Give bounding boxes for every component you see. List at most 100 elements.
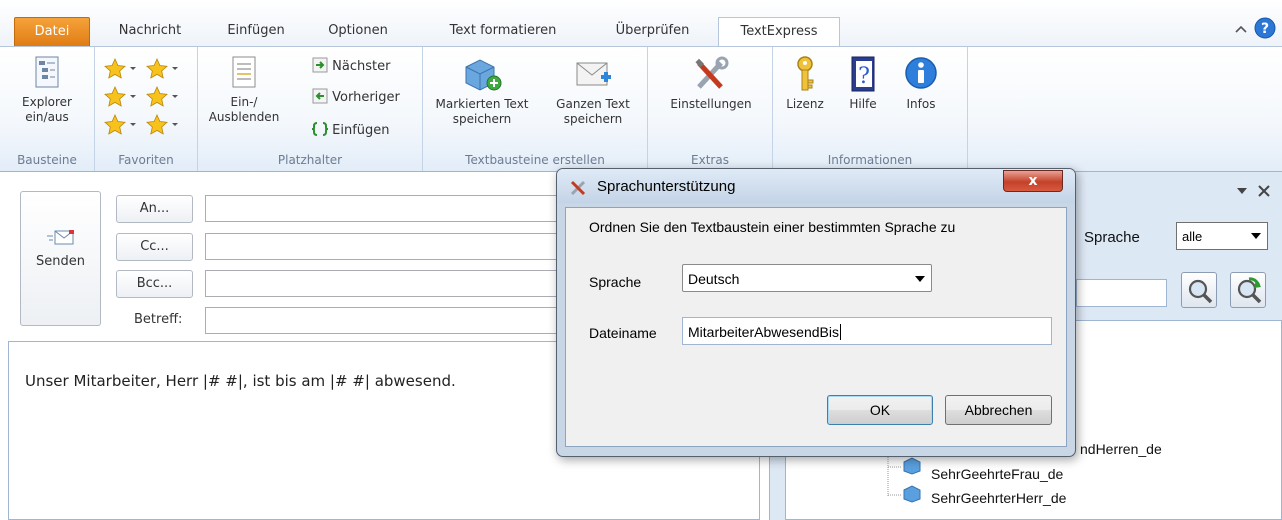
search-refresh-icon	[1237, 277, 1262, 304]
chevron-down-icon	[915, 276, 925, 282]
hilfe-label: Hilfe	[849, 97, 877, 111]
tab-datei[interactable]: Datei	[14, 17, 90, 47]
bcc-button[interactable]: Bcc...	[116, 270, 193, 298]
einausblenden-button[interactable]: Ein-/ Ausblenden	[204, 55, 284, 125]
language-support-dialog: Sprachunterstützung x Ordnen Sie den Tex…	[556, 168, 1076, 457]
infos-label: Infos	[906, 97, 936, 111]
textblock-cube-icon	[903, 457, 921, 475]
group-favoriten: Favoriten	[95, 47, 198, 171]
pane-search-reset-button[interactable]	[1230, 272, 1266, 308]
dialog-language-select[interactable]: Deutsch	[682, 264, 932, 292]
dialog-title-bar[interactable]: Sprachunterstützung x	[557, 169, 1075, 203]
dialog-language-label: Sprache	[589, 274, 642, 290]
pane-language-select[interactable]: alle	[1176, 222, 1268, 250]
tab-optionen[interactable]: Optionen	[310, 17, 406, 47]
dialog-title: Sprachunterstützung	[597, 178, 736, 195]
tab-ueberpruefen[interactable]: Überprüfen	[595, 17, 710, 47]
lizenz-label: Lizenz	[786, 97, 824, 111]
dialog-filename-label: Dateiname	[589, 325, 657, 341]
arrow-left-icon	[312, 88, 328, 104]
ribbon: Explorer ein/aus Bausteine Favoriten Ein…	[0, 46, 1282, 172]
explorer-label: Explorer ein/aus	[22, 95, 72, 124]
key-icon	[797, 56, 814, 91]
tree-item-sehr-geehrter-herr[interactable]: SehrGeehrterHerr_de	[931, 490, 1066, 506]
ganzen-text-speichern-button[interactable]: Ganzen Text speichern	[541, 55, 645, 127]
search-icon	[1188, 279, 1213, 304]
naechster-label: Nächster	[332, 59, 391, 74]
platzhalter-einfuegen-label: Einfügen	[332, 123, 390, 138]
lizenz-button[interactable]: Lizenz	[781, 55, 829, 112]
einstellungen-button[interactable]: Einstellungen	[652, 55, 770, 112]
dialog-filename-value: MitarbeiterAbwesendBis	[688, 324, 839, 340]
hilfe-button[interactable]: ? Hilfe	[839, 55, 887, 112]
tab-text-formatieren[interactable]: Text formatieren	[428, 17, 578, 47]
group-platzhalter: Ein-/ Ausblenden Nächster Vorheriger Ein…	[198, 47, 423, 171]
close-icon: x	[1028, 173, 1038, 189]
tools-icon	[695, 56, 729, 89]
pane-language-label: Sprache	[1084, 229, 1140, 246]
group-extras: Einstellungen Extras	[648, 47, 773, 171]
favorite-stars-icon[interactable]	[103, 55, 195, 139]
svg-text:?: ?	[1261, 21, 1269, 37]
group-informationen: Lizenz ? Hilfe Infos Informationen	[773, 47, 968, 171]
group-label-platzhalter: Platzhalter	[277, 153, 343, 167]
infos-button[interactable]: Infos	[897, 55, 945, 112]
mail-add-icon	[576, 62, 611, 86]
minimize-ribbon-icon[interactable]	[1234, 23, 1248, 35]
subject-label: Betreff:	[134, 312, 183, 327]
chevron-down-icon	[1251, 233, 1261, 239]
tree-item-sehr-geehrte-frau[interactable]: SehrGeehrteFrau_de	[931, 466, 1063, 482]
explorer-icon	[35, 56, 59, 88]
send-button[interactable]: Senden	[20, 191, 101, 326]
svg-text:?: ?	[858, 64, 870, 89]
info-icon	[905, 57, 937, 89]
pane-search-button[interactable]	[1181, 272, 1217, 308]
group-label-favoriten: Favoriten	[118, 153, 174, 167]
help-icon[interactable]: ?	[1254, 17, 1276, 39]
dialog-body: Ordnen Sie den Textbaustein einer bestim…	[565, 207, 1067, 447]
vorheriger-label: Vorheriger	[332, 90, 400, 105]
group-label-erstellen: Textbausteine erstellen	[465, 153, 605, 167]
insert-placeholder-icon	[311, 122, 329, 136]
tab-textexpress[interactable]: TextExpress	[718, 17, 840, 48]
document-icon	[232, 56, 256, 88]
markierten-label: Markierten Text speichern	[435, 97, 529, 126]
platzhalter-einfuegen-button[interactable]: Einfügen	[311, 121, 390, 141]
group-textbausteine-erstellen: Markierten Text speichern Ganzen Text sp…	[423, 47, 648, 171]
tab-nachricht[interactable]: Nachricht	[100, 17, 200, 47]
explorer-toggle-button[interactable]: Explorer ein/aus	[4, 55, 90, 125]
group-bausteine: Explorer ein/aus Bausteine	[0, 47, 95, 171]
dialog-instruction: Ordnen Sie den Textbaustein einer bestim…	[589, 219, 956, 235]
send-mail-icon	[46, 230, 74, 245]
group-label-informationen: Informationen	[827, 153, 913, 167]
ribbon-tab-bar: Datei Nachricht Einfügen Optionen Text f…	[0, 0, 1282, 48]
tab-einfuegen[interactable]: Einfügen	[208, 17, 304, 47]
group-label-bausteine: Bausteine	[17, 153, 77, 167]
dialog-close-button[interactable]: x	[1003, 170, 1063, 192]
send-label: Senden	[36, 254, 85, 269]
message-body-text: Unser Mitarbeiter, Herr |# #|, ist bis a…	[25, 372, 456, 390]
pane-search-input[interactable]	[1076, 279, 1167, 307]
markierten-text-speichern-button[interactable]: Markierten Text speichern	[425, 55, 539, 127]
cancel-button[interactable]: Abbrechen	[945, 395, 1052, 425]
pane-menu-dropdown-icon[interactable]	[1236, 186, 1248, 196]
pane-language-value: alle	[1182, 229, 1203, 244]
tools-icon	[570, 180, 586, 196]
ok-button[interactable]: OK	[827, 395, 933, 425]
einstellungen-label: Einstellungen	[670, 97, 752, 111]
group-label-extras: Extras	[691, 153, 729, 167]
to-button[interactable]: An...	[116, 195, 193, 223]
save-block-add-icon	[465, 59, 502, 91]
help-book-icon: ?	[851, 56, 875, 92]
einausblenden-label: Ein-/ Ausblenden	[208, 95, 280, 124]
ganzen-label: Ganzen Text speichern	[556, 97, 630, 126]
dialog-filename-input[interactable]: MitarbeiterAbwesendBis	[682, 317, 1052, 345]
dialog-language-value: Deutsch	[688, 271, 740, 287]
textblock-cube-icon	[903, 485, 921, 503]
tree-item-damen-herren[interactable]: ndHerren_de	[1080, 441, 1162, 457]
vorheriger-button[interactable]: Vorheriger	[312, 88, 400, 108]
pane-close-icon[interactable]	[1257, 184, 1271, 198]
cc-button[interactable]: Cc...	[116, 233, 193, 261]
naechster-button[interactable]: Nächster	[312, 57, 390, 77]
arrow-right-icon	[312, 57, 328, 73]
